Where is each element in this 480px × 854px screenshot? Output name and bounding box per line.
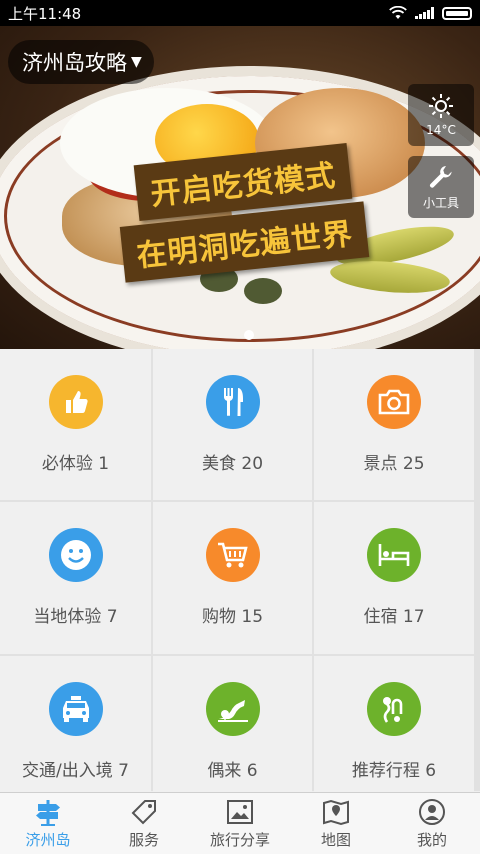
category-label: 美食 20 <box>201 454 264 474</box>
category-accommodation[interactable]: 住宿 17 <box>314 502 474 654</box>
tab-profile[interactable]: 我的 <box>384 793 480 854</box>
status-time: 上午11:48 <box>8 4 82 23</box>
trail-icon <box>205 682 260 736</box>
map-icon <box>323 799 349 826</box>
category-must-experience[interactable]: 必体验 1 <box>0 349 151 500</box>
wrench-icon <box>429 165 452 188</box>
status-bar: 上午11:48 <box>0 0 480 26</box>
signal-icon <box>415 7 434 19</box>
weather-button[interactable]: 14°C <box>408 84 474 146</box>
thumbs-up-icon <box>48 375 103 429</box>
category-label: 推荐行程 6 <box>351 761 437 781</box>
tab-label: 服务 <box>128 831 159 849</box>
category-label: 必体验 1 <box>41 454 110 474</box>
fork-knife-icon <box>205 375 260 429</box>
tools-button[interactable]: 小工具 <box>408 156 474 218</box>
tag-icon <box>131 800 156 825</box>
category-label: 购物 15 <box>201 607 264 627</box>
category-shopping[interactable]: 购物 15 <box>153 502 312 654</box>
battery-icon <box>442 6 472 20</box>
tab-map[interactable]: 地图 <box>288 793 384 854</box>
category-itinerary[interactable]: 推荐行程 6 <box>314 656 474 795</box>
category-label: 偶来 6 <box>207 761 258 781</box>
bed-icon <box>367 528 421 582</box>
caret-down-icon: ▼ <box>131 54 142 70</box>
tab-label: 我的 <box>416 831 447 849</box>
tab-services[interactable]: 服务 <box>96 793 192 854</box>
wifi-icon <box>389 6 407 19</box>
category-olle[interactable]: 偶来 6 <box>153 656 312 795</box>
tools-label: 小工具 <box>422 195 459 210</box>
city-selector[interactable]: 济州岛攻略 ▼ <box>8 40 154 84</box>
signpost-icon <box>36 800 60 826</box>
category-label: 景点 25 <box>363 454 425 474</box>
category-label: 交通/出入境 7 <box>22 761 129 781</box>
picture-icon <box>227 800 253 824</box>
sun-icon <box>429 94 453 118</box>
camera-icon <box>367 375 421 429</box>
status-icons <box>389 6 472 20</box>
tab-label: 地图 <box>320 831 351 849</box>
carousel-indicator <box>244 330 254 340</box>
route-icon <box>367 682 421 736</box>
bottom-tab-bar: 济州岛 服务 旅行分享 地图 我的 <box>0 792 480 854</box>
category-attractions[interactable]: 景点 25 <box>314 349 474 500</box>
category-label: 住宿 17 <box>363 607 425 627</box>
tab-jeju[interactable]: 济州岛 <box>0 793 96 854</box>
weather-temperature: 14°C <box>426 123 456 137</box>
category-label: 当地体验 7 <box>33 607 118 627</box>
tab-travel-share[interactable]: 旅行分享 <box>192 793 288 854</box>
category-transport[interactable]: 交通/出入境 7 <box>0 656 151 795</box>
category-food[interactable]: 美食 20 <box>153 349 312 500</box>
category-grid: 必体验 1 美食 20 景点 25 当地体验 7 购物 15 住宿 17 交通/… <box>0 349 480 795</box>
city-name: 济州岛攻略 <box>22 51 127 75</box>
user-icon <box>419 799 445 825</box>
cart-icon <box>205 528 260 582</box>
tab-label: 旅行分享 <box>209 831 270 849</box>
hero-banner[interactable]: 开启吃货模式 在明洞吃遍世界 济州岛攻略 ▼ 14°C 小工具 <box>0 26 480 349</box>
olive-image <box>244 278 282 304</box>
tab-label: 济州岛 <box>25 831 71 849</box>
car-icon <box>48 682 103 736</box>
category-local-experience[interactable]: 当地体验 7 <box>0 502 151 654</box>
smiley-icon <box>48 528 103 582</box>
